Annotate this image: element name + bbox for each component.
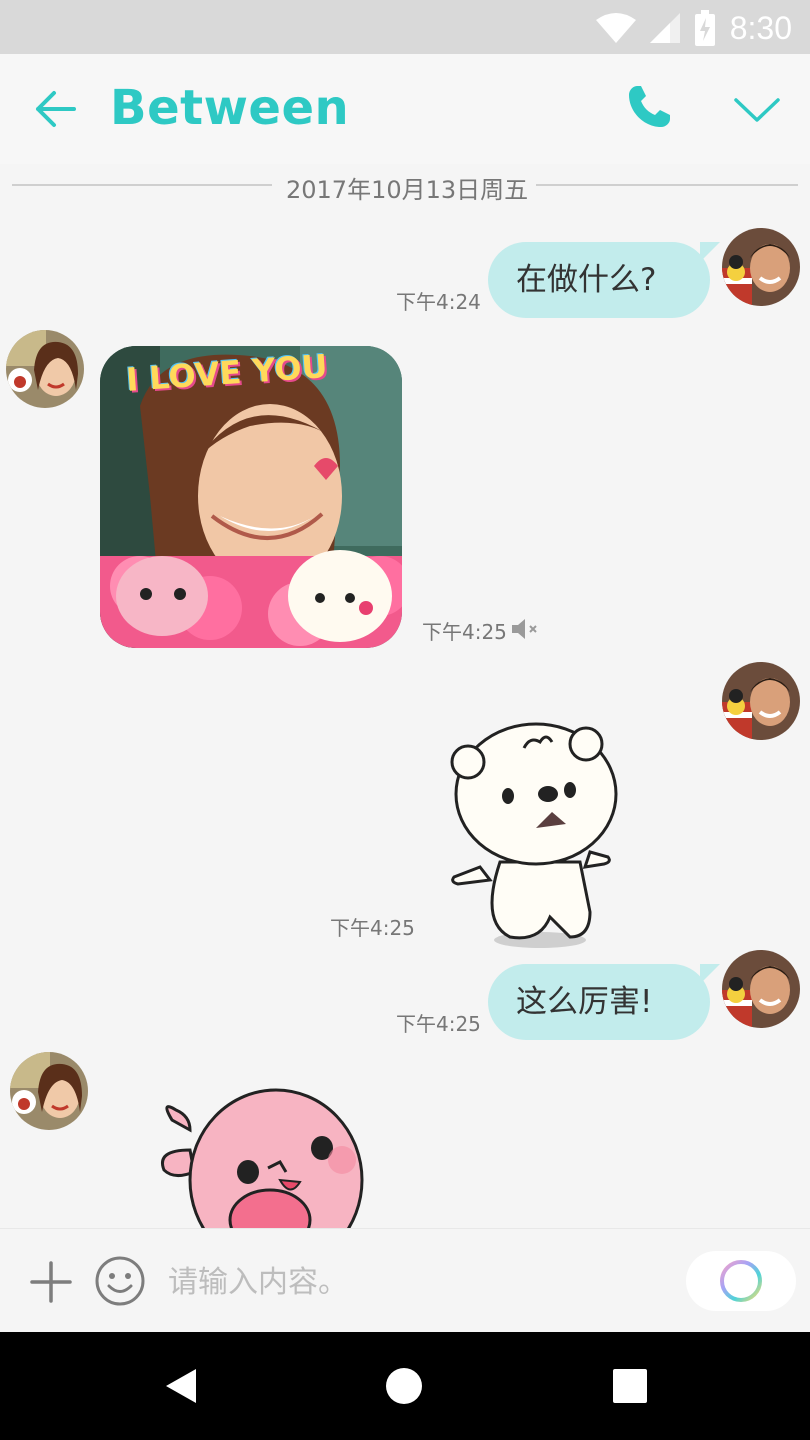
muted-speaker-icon: [512, 619, 537, 639]
chevron-down-icon[interactable]: [732, 90, 782, 130]
message-time: 下午4:25: [422, 620, 507, 644]
pink-seal-image: [161, 1088, 364, 1228]
partner-avatar[interactable]: [10, 1052, 88, 1130]
status-time: 8:30: [729, 9, 792, 46]
message-time: 下午4:25: [396, 1012, 481, 1036]
navigation-bar: [0, 1332, 810, 1440]
arrow-left-icon[interactable]: [30, 84, 80, 134]
home-circle-icon[interactable]: [384, 1366, 424, 1406]
pink-seal-sticker[interactable]: [120, 1080, 380, 1228]
phone-icon[interactable]: [624, 82, 674, 132]
partner-avatar[interactable]: [6, 330, 84, 408]
message-input[interactable]: [166, 1255, 670, 1309]
white-bear-sticker[interactable]: [440, 712, 630, 952]
date-separator: 2017年10月13日周五: [12, 168, 798, 204]
status-bar: 8:30: [0, 0, 810, 54]
color-ring-icon: [720, 1260, 762, 1302]
back-triangle-icon[interactable]: [162, 1366, 202, 1406]
separator-line: [536, 184, 798, 186]
my-avatar[interactable]: [722, 228, 800, 306]
chat-title: Between: [110, 80, 350, 136]
composer-bar: [0, 1228, 810, 1333]
photo-message[interactable]: I LOVE YOU: [100, 346, 402, 648]
message-bubble[interactable]: 这么厉害!: [488, 964, 710, 1040]
my-avatar[interactable]: [722, 950, 800, 1028]
my-avatar[interactable]: [722, 662, 800, 740]
wifi-icon: [595, 13, 636, 43]
message-time: 下午4:25: [330, 916, 415, 940]
send-button[interactable]: [686, 1251, 796, 1311]
message-bubble[interactable]: 在做什么?: [488, 242, 710, 318]
separator-line: [12, 184, 272, 186]
cell-signal-icon: [649, 13, 680, 43]
date-label: 2017年10月13日周五: [286, 176, 529, 204]
smiley-icon[interactable]: [94, 1255, 146, 1307]
plus-icon[interactable]: [30, 1261, 72, 1303]
app-bar: Between: [0, 54, 810, 164]
message-time: 下午4:24: [396, 290, 481, 314]
battery-charging-icon: [694, 10, 715, 46]
recents-square-icon[interactable]: [612, 1368, 648, 1404]
